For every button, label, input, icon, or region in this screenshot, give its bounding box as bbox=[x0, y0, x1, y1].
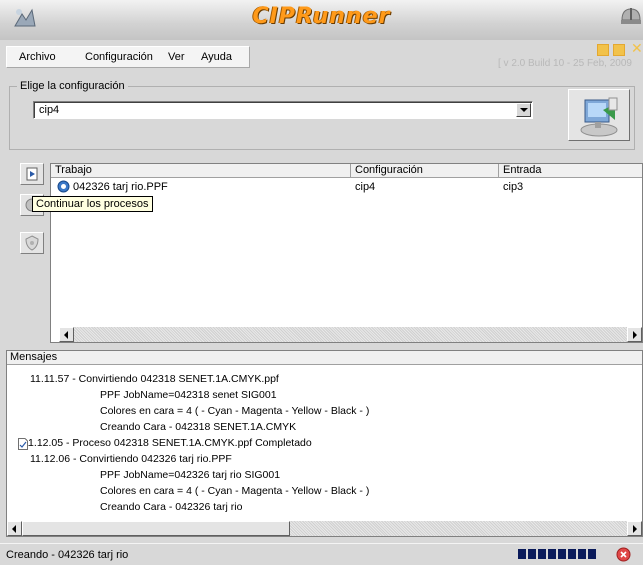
jobs-header: Trabajo Configuración Entrada bbox=[51, 164, 642, 178]
play-icon bbox=[26, 167, 38, 181]
minimize-button[interactable] bbox=[597, 44, 609, 56]
messages-horizontal-scrollbar[interactable] bbox=[7, 520, 642, 536]
message-line: Creando Cara - 042318 SENET.1A.CMYK bbox=[100, 421, 297, 433]
scroll-left-icon[interactable] bbox=[7, 521, 22, 536]
jobs-horizontal-scrollbar[interactable] bbox=[59, 326, 642, 342]
message-line: 11.12.05 - Proceso 042318 SENET.1A.CMYK.… bbox=[23, 437, 312, 449]
menu-bar: Archivo Configuración Ver Ayuda bbox=[6, 46, 250, 68]
menu-ver[interactable]: Ver bbox=[168, 51, 185, 63]
progress-block bbox=[548, 549, 556, 559]
progress-block bbox=[528, 549, 536, 559]
menu-ayuda[interactable]: Ayuda bbox=[201, 51, 232, 63]
stop-button[interactable] bbox=[20, 232, 44, 254]
job-input: cip3 bbox=[503, 181, 524, 193]
pin-icon[interactable] bbox=[618, 6, 643, 28]
run-config-button[interactable] bbox=[568, 89, 630, 141]
status-text: Creando - 042326 tarj rio bbox=[6, 549, 129, 561]
window-title: CIPRunner bbox=[252, 4, 391, 29]
messages-panel[interactable]: Mensajes 11.11.57 - Convirtiendo 042318 … bbox=[6, 350, 643, 537]
progress-block bbox=[588, 549, 596, 559]
document-icon bbox=[18, 438, 28, 450]
workstation-icon bbox=[580, 97, 618, 137]
maximize-button[interactable] bbox=[613, 44, 625, 56]
scroll-thumb[interactable] bbox=[22, 521, 290, 536]
job-config: cip4 bbox=[355, 181, 376, 193]
menu-archivo[interactable]: Archivo bbox=[19, 51, 56, 63]
jobs-list[interactable]: Trabajo Configuración Entrada 042326 tar… bbox=[50, 163, 643, 343]
column-trabajo[interactable]: Trabajo bbox=[51, 164, 351, 178]
status-bar: Creando - 042326 tarj rio bbox=[0, 543, 643, 565]
column-configuracion[interactable]: Configuración bbox=[351, 164, 499, 178]
shield-icon bbox=[25, 235, 39, 251]
progress-block bbox=[578, 549, 586, 559]
config-dropdown[interactable]: cip4 bbox=[33, 101, 533, 119]
tooltip: Continuar los procesos bbox=[32, 196, 153, 212]
continue-button[interactable] bbox=[20, 163, 44, 185]
menu-configuracion[interactable]: Configuración bbox=[85, 51, 153, 63]
scroll-right-icon[interactable] bbox=[627, 521, 642, 536]
messages-header: Mensajes bbox=[7, 351, 642, 365]
message-line: PPF JobName=042326 tarj rio SIG001 bbox=[100, 469, 281, 481]
progress-block bbox=[518, 549, 526, 559]
title-bar[interactable]: CIPRunner bbox=[0, 0, 643, 40]
message-line: Colores en cara = 4 ( - Cyan - Magenta -… bbox=[100, 485, 370, 497]
progress-block bbox=[568, 549, 576, 559]
scroll-right-icon[interactable] bbox=[627, 327, 642, 342]
job-name: 042326 tarj rio.PPF bbox=[73, 181, 168, 193]
message-line: PPF JobName=042318 senet SIG001 bbox=[100, 389, 277, 401]
version-label: [ v 2.0 Build 10 - 25 Feb, 2009 bbox=[498, 58, 632, 69]
progress-block bbox=[538, 549, 546, 559]
column-entrada[interactable]: Entrada bbox=[499, 164, 642, 178]
chevron-down-icon[interactable] bbox=[516, 103, 531, 117]
message-line: 11.12.06 - Convirtiendo 042326 tarj rio.… bbox=[30, 453, 232, 465]
config-selected-value: cip4 bbox=[39, 104, 60, 116]
scroll-left-icon[interactable] bbox=[59, 327, 74, 342]
message-line: Colores en cara = 4 ( - Cyan - Magenta -… bbox=[100, 405, 370, 417]
progress-block bbox=[558, 549, 566, 559]
message-line: 11.11.57 - Convirtiendo 042318 SENET.1A.… bbox=[30, 373, 279, 385]
stop-icon[interactable] bbox=[616, 547, 631, 562]
close-button[interactable]: ✕ bbox=[631, 41, 643, 57]
job-status-icon bbox=[57, 180, 70, 193]
message-line: Creando Cara - 042326 tarj rio bbox=[100, 501, 243, 513]
config-legend: Elige la configuración bbox=[17, 80, 128, 92]
